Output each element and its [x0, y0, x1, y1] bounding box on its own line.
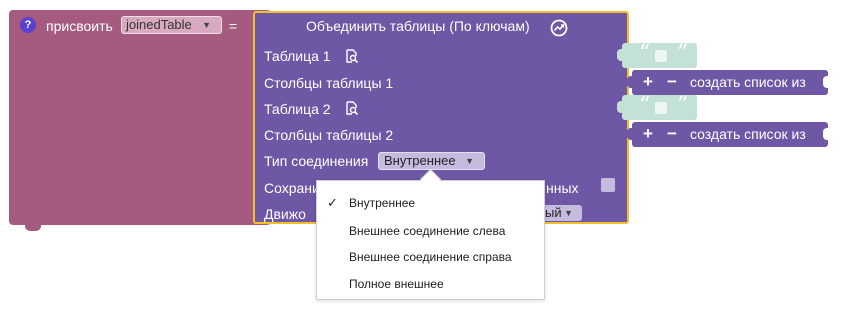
menu-item-full-outer[interactable]: Полное внешнее — [317, 271, 544, 297]
assign-equals: = — [229, 18, 238, 34]
text-block[interactable]: “ ” — [617, 93, 697, 120]
assign-label: присвоить — [46, 18, 113, 34]
engine-value: ый — [545, 205, 562, 220]
open-quote: “ — [639, 41, 651, 66]
assign-block[interactable] — [9, 10, 271, 231]
chevron-down-icon: ▼ — [564, 208, 573, 218]
text-block[interactable]: “ ” — [617, 41, 697, 68]
chart-icon[interactable] — [550, 19, 568, 37]
menu-item-label: Внутреннее — [349, 196, 416, 210]
jointype-label: Тип соединения — [264, 153, 369, 169]
menu-item-label: Полное внешнее — [349, 277, 444, 291]
text-input[interactable] — [655, 102, 667, 114]
jointype-value: Внутреннее — [384, 153, 456, 168]
keep-label: Сохрани — [264, 180, 320, 196]
create-list-block[interactable]: + − создать список из — [627, 70, 829, 95]
create-list-label: создать список из — [690, 126, 806, 142]
menu-item-right-outer[interactable]: Внешнее соединение справа — [317, 244, 544, 270]
close-quote: ” — [677, 93, 689, 118]
minus-icon[interactable]: − — [667, 123, 677, 145]
engine-label: Движо — [264, 206, 306, 222]
jointype-dropdown[interactable]: Внутреннее ▼ — [378, 152, 485, 170]
create-list-block[interactable]: + − создать список из — [627, 122, 829, 147]
join-block-title: Объединить таблицы (По ключам) — [306, 18, 530, 34]
chevron-down-icon: ▼ — [465, 156, 474, 166]
plus-icon[interactable]: + — [643, 123, 653, 145]
table2-label: Таблица 2 — [264, 101, 331, 117]
search-icon[interactable] — [345, 49, 359, 63]
table1-label: Таблица 1 — [264, 48, 331, 64]
cols2-label: Столбцы таблицы 2 — [264, 127, 394, 143]
text-input[interactable] — [655, 50, 667, 62]
close-quote: ” — [677, 41, 689, 66]
jointype-menu[interactable]: ✓ Внутреннее Внешнее соединение слева Вн… — [316, 180, 545, 300]
variable-name: joinedTable — [126, 17, 192, 32]
menu-item-label: Внешнее соединение слева — [349, 224, 506, 238]
menu-item-inner[interactable]: ✓ Внутреннее — [317, 190, 544, 216]
create-list-label: создать список из — [690, 74, 806, 90]
minus-icon[interactable]: − — [667, 71, 677, 93]
keep-checkbox[interactable] — [601, 178, 615, 192]
help-icon[interactable]: ? — [20, 17, 36, 33]
menu-item-label: Внешнее соединение справа — [349, 250, 512, 264]
cols1-label: Столбцы таблицы 1 — [264, 75, 394, 91]
chevron-down-icon: ▼ — [202, 20, 211, 30]
check-icon: ✓ — [327, 195, 338, 210]
menu-item-left-outer[interactable]: Внешнее соединение слева — [317, 218, 544, 244]
search-icon[interactable] — [345, 101, 359, 115]
keep-label-tail: нных — [546, 180, 579, 196]
variable-dropdown[interactable]: joinedTable ▼ — [121, 16, 222, 34]
open-quote: “ — [639, 93, 651, 118]
plus-icon[interactable]: + — [643, 71, 653, 93]
